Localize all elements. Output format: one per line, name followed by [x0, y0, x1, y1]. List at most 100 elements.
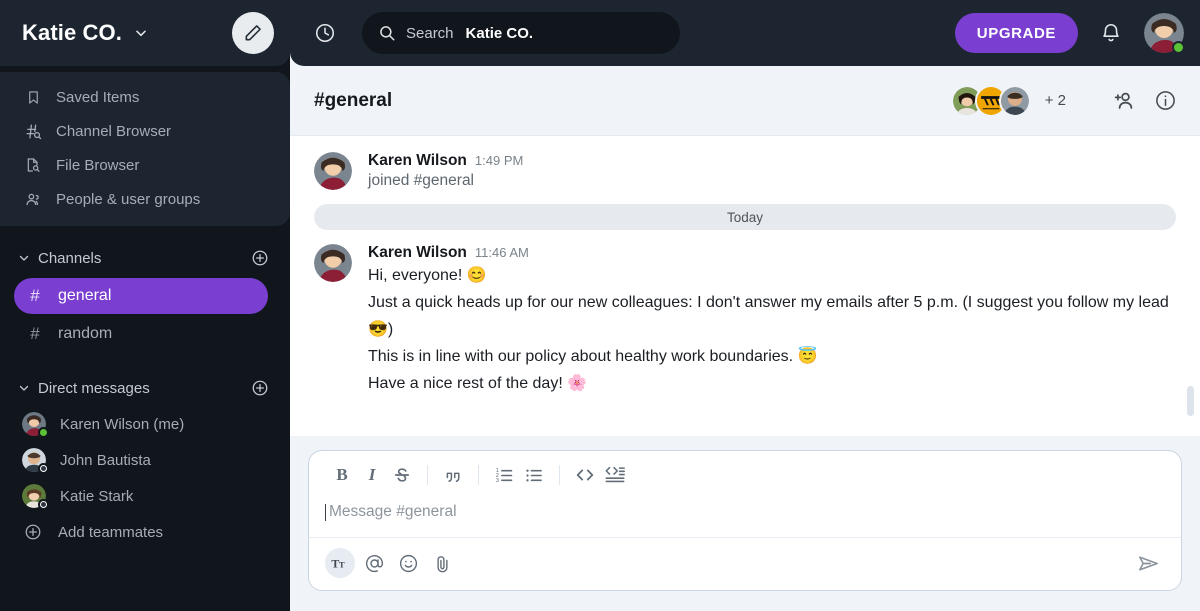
- bulleted-list-icon[interactable]: [519, 461, 549, 489]
- add-dm-icon[interactable]: [250, 378, 270, 398]
- workspace-header[interactable]: Katie CO.: [0, 0, 290, 66]
- hash-icon: #: [30, 324, 40, 343]
- message-input-placeholder: Message #general: [325, 503, 1163, 521]
- user-avatar[interactable]: [1144, 13, 1185, 54]
- avatar-image: [314, 244, 352, 282]
- italic-icon[interactable]: I: [357, 461, 387, 489]
- message-line: This is in line with our policy about he…: [368, 348, 818, 365]
- sidebar-dm-john-bautista[interactable]: John Bautista: [0, 442, 290, 478]
- dm-section-header[interactable]: Direct messages: [0, 370, 290, 406]
- channel-label: random: [58, 325, 113, 342]
- sidebar-dm-karen-wilson[interactable]: Karen Wilson (me): [0, 406, 290, 442]
- smiley-icon[interactable]: [393, 548, 423, 578]
- message-line: Have a nice rest of the day! 🌸: [368, 375, 588, 392]
- status-indicator-online: [38, 427, 49, 438]
- date-divider-wrapper: Today: [290, 194, 1200, 234]
- sidebar-item-label: Saved Items: [56, 88, 140, 106]
- main-area: Search Katie CO. UPGRADE #general + 2 Ka…: [290, 0, 1200, 611]
- add-channel-icon[interactable]: [250, 248, 270, 268]
- dm-section-title: Direct messages: [38, 379, 150, 397]
- sidebar-item-people-user-groups[interactable]: People & user groups: [0, 182, 290, 216]
- sidebar-nav-panel: Saved Items Channel Browser File Browser: [0, 72, 290, 226]
- channel-title: #general: [314, 89, 393, 111]
- chevron-down-icon[interactable]: [18, 252, 30, 264]
- sidebar-item-channel-browser[interactable]: Channel Browser: [0, 114, 290, 148]
- date-divider: Today: [314, 204, 1176, 230]
- send-icon[interactable]: [1133, 548, 1163, 578]
- message-system-text: joined #general: [368, 172, 475, 189]
- at-icon[interactable]: [359, 548, 389, 578]
- message-item-main: Karen Wilson 11:46 AM Hi, everyone! 😊 Ju…: [290, 234, 1200, 401]
- avatar: [22, 484, 49, 510]
- channel-header: #general + 2: [290, 66, 1200, 136]
- compose-button[interactable]: [232, 12, 274, 54]
- people-icon: [24, 190, 42, 208]
- code-block-icon[interactable]: [600, 461, 630, 489]
- formatting-toolbar: B I 1 2 3: [309, 451, 1181, 497]
- channel-label: general: [58, 287, 112, 304]
- sidebar: Katie CO. Saved Items Channel Browser Fi…: [0, 0, 290, 611]
- message-list: Karen Wilson 1:49 PM joined #general Tod…: [290, 136, 1200, 436]
- sidebar-dm-katie-stark[interactable]: Katie Stark: [0, 478, 290, 514]
- avatar[interactable]: [314, 152, 352, 190]
- ordered-list-icon[interactable]: 1 2 3: [489, 461, 519, 489]
- member-avatar: [998, 84, 1031, 117]
- sidebar-item-label: Channel Browser: [56, 122, 172, 140]
- svg-text:3: 3: [495, 478, 498, 484]
- search-label: Search: [406, 24, 454, 42]
- svg-text:T: T: [338, 559, 344, 569]
- file-search-icon: [24, 156, 42, 174]
- slack-like-app: Katie CO. Saved Items Channel Browser Fi…: [0, 0, 1200, 611]
- search-input[interactable]: Search Katie CO.: [362, 12, 680, 54]
- bell-icon[interactable]: [1098, 20, 1124, 46]
- sidebar-item-file-browser[interactable]: File Browser: [0, 148, 290, 182]
- message-header: Karen Wilson 11:46 AM: [368, 244, 1176, 262]
- paperclip-icon[interactable]: [427, 548, 457, 578]
- bookmark-icon: [24, 88, 42, 106]
- channels-section-title: Channels: [38, 249, 102, 267]
- status-indicator-away: [38, 463, 49, 474]
- strikethrough-icon[interactable]: [387, 461, 417, 489]
- status-indicator-online: [1172, 41, 1185, 54]
- bold-icon[interactable]: B: [327, 461, 357, 489]
- clock-icon[interactable]: [312, 20, 338, 46]
- info-icon[interactable]: [1152, 88, 1178, 114]
- message-scrollbar[interactable]: [1187, 386, 1194, 416]
- chevron-down-icon[interactable]: [134, 26, 148, 40]
- chevron-down-icon[interactable]: [18, 382, 30, 394]
- search-icon: [378, 24, 396, 42]
- quote-icon[interactable]: [438, 461, 468, 489]
- message-input-area[interactable]: Message #general: [309, 497, 1181, 538]
- add-teammates-label: Add teammates: [58, 523, 164, 541]
- dm-label: Karen Wilson (me): [60, 415, 185, 433]
- add-person-icon[interactable]: [1110, 88, 1136, 114]
- sidebar-channel-random[interactable]: # random: [14, 316, 268, 352]
- avatar[interactable]: [314, 244, 352, 282]
- message-timestamp: 11:46 AM: [474, 245, 529, 260]
- sidebar-channel-general[interactable]: # general: [14, 278, 268, 314]
- code-icon[interactable]: [570, 461, 600, 489]
- add-teammates-button[interactable]: Add teammates: [0, 514, 290, 550]
- message-item-join: Karen Wilson 1:49 PM joined #general: [290, 142, 1200, 194]
- message-author[interactable]: Karen Wilson: [368, 152, 467, 170]
- sidebar-item-label: People & user groups: [56, 190, 201, 208]
- hash-icon: #: [30, 286, 40, 305]
- message-author[interactable]: Karen Wilson: [368, 244, 467, 262]
- sidebar-item-label: File Browser: [56, 156, 140, 174]
- channels-section-header[interactable]: Channels: [0, 240, 290, 276]
- member-overflow-count[interactable]: + 2: [1045, 92, 1066, 109]
- plus-circle-icon: [22, 523, 44, 541]
- composer-action-bar: T T: [309, 538, 1181, 590]
- divider: [427, 465, 428, 485]
- workspace-name: Katie CO.: [22, 20, 122, 45]
- search-workspace-name: Katie CO.: [465, 24, 534, 42]
- avatar: [22, 412, 49, 438]
- member-facepile[interactable]: [950, 84, 1031, 117]
- text-format-icon[interactable]: T T: [325, 548, 355, 578]
- sidebar-item-saved-items[interactable]: Saved Items: [0, 80, 290, 114]
- avatar-image: [1000, 86, 1029, 115]
- sidebar-scroll-area: Channels # general # random Direct messa…: [0, 226, 290, 611]
- avatar: [22, 448, 49, 474]
- message-body: Karen Wilson 1:49 PM joined #general: [368, 152, 1176, 190]
- upgrade-button[interactable]: UPGRADE: [954, 13, 1078, 53]
